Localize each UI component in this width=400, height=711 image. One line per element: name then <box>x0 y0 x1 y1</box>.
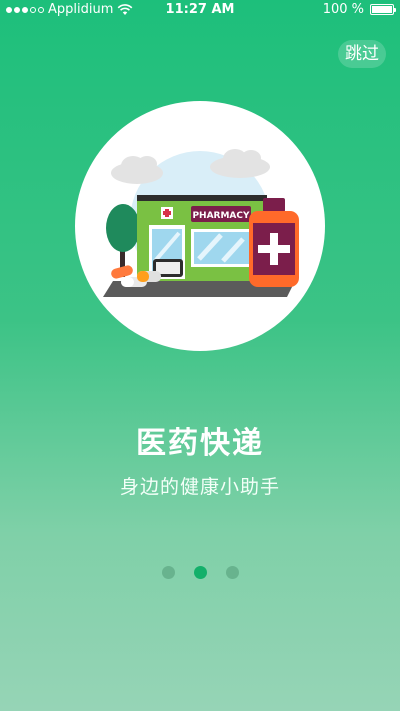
battery-icon <box>370 4 396 15</box>
page-dot[interactable] <box>161 566 175 579</box>
skip-button[interactable]: 跳过 <box>338 40 386 68</box>
pharmacy-sign: PHARMACY <box>192 211 250 221</box>
page-dot-active[interactable] <box>193 566 207 579</box>
medicine-bottle-icon <box>249 198 299 287</box>
page-dot[interactable] <box>225 566 239 579</box>
pharmacy-illustration: PHARMACY <box>75 101 325 351</box>
status-bar: Applidium 11:27 AM 100 % <box>0 0 400 20</box>
battery-percent: 100 % <box>322 2 364 17</box>
page-indicator[interactable] <box>0 566 400 579</box>
status-right: 100 % <box>322 2 396 17</box>
onboarding-subtitle: 身边的健康小助手 <box>119 476 280 498</box>
onboarding-title: 医药快递 <box>136 426 264 461</box>
